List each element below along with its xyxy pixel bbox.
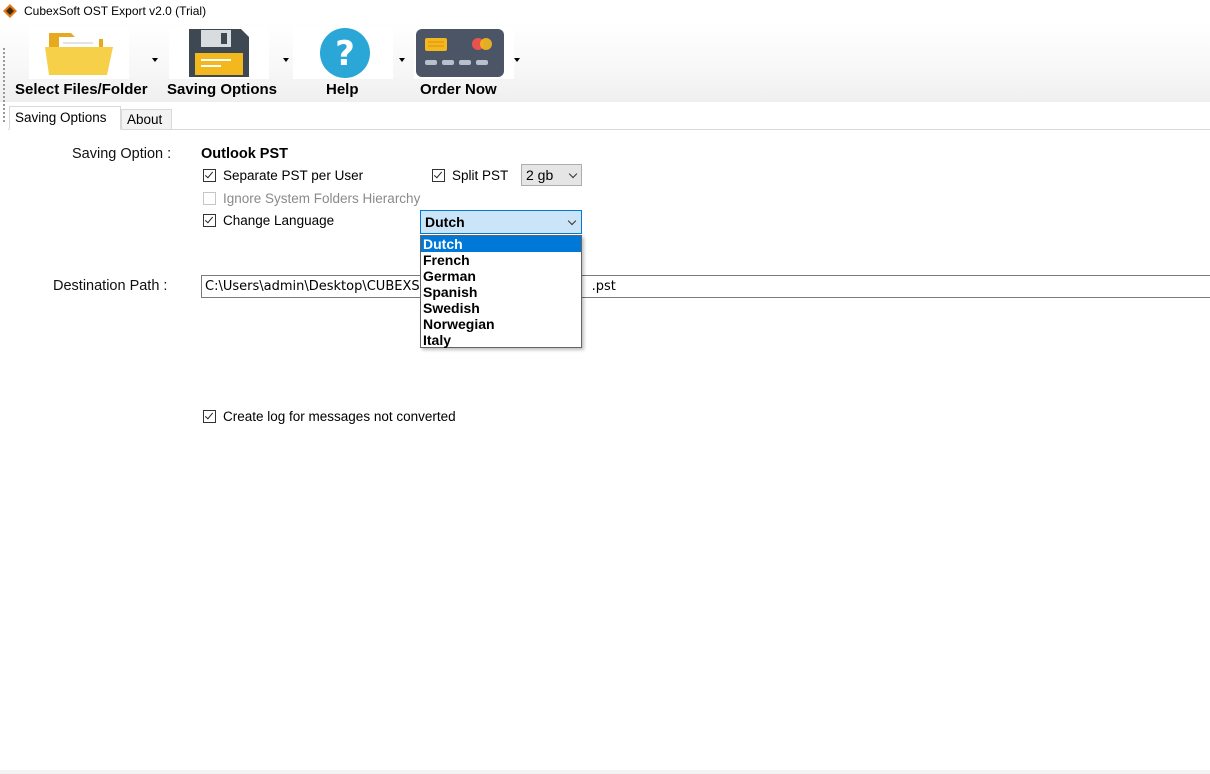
ignore-folders-label: Ignore System Folders Hierarchy bbox=[223, 190, 421, 206]
folder-icon bbox=[29, 27, 129, 79]
split-size-select[interactable]: 2 gb bbox=[521, 164, 582, 186]
change-language-label: Change Language bbox=[223, 212, 335, 228]
help-icon: ? bbox=[293, 27, 393, 79]
destination-path-input[interactable]: C:\Users\admin\Desktop\CUBEXS .pst bbox=[201, 275, 1210, 298]
select-files-dropdown-arrow[interactable] bbox=[152, 58, 158, 62]
select-files-button[interactable]: Select Files/Folder bbox=[12, 22, 160, 102]
create-log-checkbox[interactable]: Create log for messages not converted bbox=[203, 407, 456, 425]
language-option-german[interactable]: German bbox=[421, 268, 581, 284]
help-label: Help bbox=[326, 81, 359, 98]
order-now-label: Order Now bbox=[420, 81, 497, 98]
language-dropdown-list[interactable]: Dutch French German Spanish Swedish Norw… bbox=[420, 235, 582, 348]
credit-card-icon bbox=[414, 27, 514, 79]
language-option-dutch[interactable]: Dutch bbox=[421, 236, 581, 252]
tab-strip: Saving Options About bbox=[0, 106, 1210, 130]
destination-path-label: Destination Path : bbox=[53, 278, 168, 294]
language-option-norwegian[interactable]: Norwegian bbox=[421, 316, 581, 332]
language-option-spanish[interactable]: Spanish bbox=[421, 284, 581, 300]
separate-pst-label: Separate PST per User bbox=[223, 167, 364, 183]
saving-options-dropdown-arrow[interactable] bbox=[283, 58, 289, 62]
split-pst-check-box[interactable] bbox=[432, 168, 445, 182]
saving-options-panel bbox=[8, 130, 1210, 770]
saving-option-label: Saving Option : bbox=[72, 146, 172, 162]
app-logo-icon bbox=[3, 4, 17, 18]
help-dropdown-arrow[interactable] bbox=[399, 58, 405, 62]
chevron-down-icon bbox=[567, 216, 577, 226]
language-option-swedish[interactable]: Swedish bbox=[421, 300, 581, 316]
saving-options-label: Saving Options bbox=[167, 81, 278, 98]
destination-path-start: C:\Users\admin\Desktop\CUBEXS bbox=[205, 279, 420, 294]
ignore-folders-checkbox: Ignore System Folders Hierarchy bbox=[203, 189, 420, 207]
tab-saving-options[interactable]: Saving Options bbox=[9, 106, 121, 130]
order-now-button[interactable]: Order Now bbox=[411, 22, 514, 102]
order-now-dropdown-arrow[interactable] bbox=[514, 58, 520, 62]
destination-path-end: .pst bbox=[591, 279, 616, 294]
split-size-value: 2 gb bbox=[526, 167, 554, 183]
help-button[interactable]: ? Help bbox=[292, 22, 396, 102]
select-files-label: Select Files/Folder bbox=[15, 81, 148, 98]
change-language-check-box[interactable] bbox=[203, 213, 216, 227]
split-pst-label: Split PST bbox=[452, 167, 509, 183]
ignore-folders-check-box bbox=[203, 191, 216, 205]
create-log-check-box[interactable] bbox=[203, 409, 216, 423]
separate-pst-check-box[interactable] bbox=[203, 168, 216, 182]
ribbon-toolbar: Select Files/Folder Saving Options ? Hel… bbox=[0, 22, 1210, 122]
tab-about[interactable]: About bbox=[121, 109, 172, 130]
chevron-down-icon bbox=[568, 169, 578, 179]
language-selected-value: Dutch bbox=[425, 214, 465, 230]
language-option-italy[interactable]: Italy bbox=[421, 332, 581, 348]
saving-option-value: Outlook PST bbox=[201, 146, 288, 162]
title-bar: CubexSoft OST Export v2.0 (Trial) bbox=[0, 0, 1210, 22]
floppy-disk-icon bbox=[169, 27, 269, 79]
change-language-checkbox[interactable]: Change Language bbox=[203, 211, 334, 229]
language-option-french[interactable]: French bbox=[421, 252, 581, 268]
separate-pst-checkbox[interactable]: Separate PST per User bbox=[203, 166, 363, 184]
split-pst-checkbox[interactable]: Split PST bbox=[432, 166, 508, 184]
status-strip bbox=[0, 770, 1210, 774]
window-title: CubexSoft OST Export v2.0 (Trial) bbox=[24, 4, 207, 18]
svg-text:?: ? bbox=[335, 34, 355, 74]
create-log-label: Create log for messages not converted bbox=[223, 408, 456, 424]
language-select[interactable]: Dutch bbox=[420, 210, 582, 234]
saving-options-button[interactable]: Saving Options bbox=[164, 22, 280, 102]
